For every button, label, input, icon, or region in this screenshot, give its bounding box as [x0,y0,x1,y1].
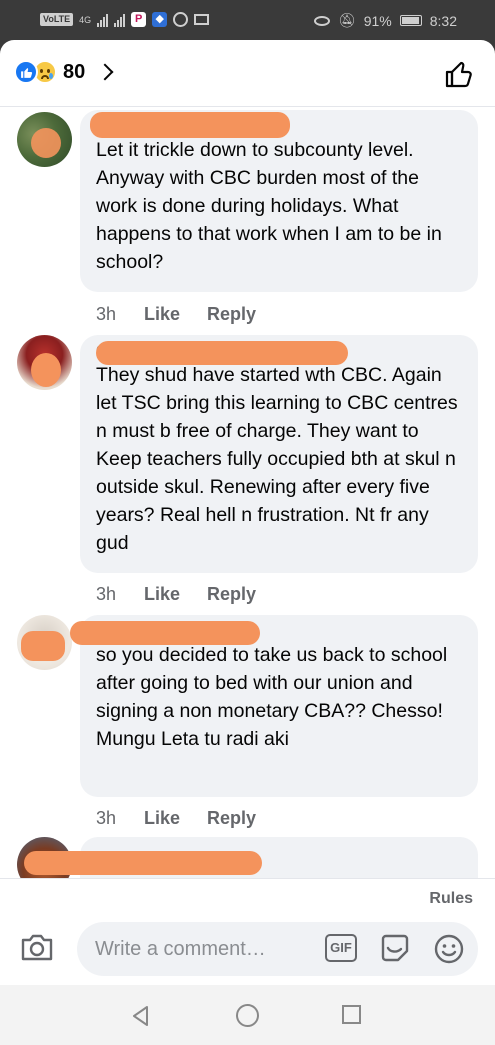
battery-icon [399,15,422,26]
avatar[interactable] [17,615,72,670]
like-reaction-icon [14,60,38,84]
status-bar: VoLTE 4G P ◆ 🔕︎ 91% 8:32 [0,0,495,40]
volte-indicator: VoLTE [40,13,74,26]
network-type: 4G [79,14,92,25]
redaction-mark [24,851,262,875]
clock: 8:32 [429,12,457,29]
comment-composer: Write a comment… GIF [0,918,495,978]
comment-time: 3h [96,304,117,324]
comment-bubble[interactable]: C... They shud have started wth CBC. Aga… [80,335,478,573]
reply-link[interactable]: Reply [207,584,256,605]
redaction-mark [96,341,348,365]
redaction-mark [31,353,61,387]
recent-apps-icon[interactable] [342,1005,361,1024]
comment-time: 3h [96,584,117,604]
reply-link[interactable]: Reply [207,304,256,325]
like-link[interactable]: Like [144,808,207,829]
sheet-header: 80 [0,40,495,107]
camera-icon[interactable] [20,932,54,962]
avatar[interactable] [17,335,72,390]
avatar[interactable] [17,112,72,167]
mute-icon: 🔕︎ [337,12,356,28]
whatsapp-icon [173,12,189,27]
mail-icon [194,14,210,25]
shield-icon: ◆ [152,12,168,27]
comment-text: They shud have started wth CBC. Again le… [96,364,458,554]
reactions-summary[interactable]: 80 [14,60,114,84]
comments-sheet: 80 A... Let it trickle down to subcounty… [0,40,495,985]
app-p-icon: P [131,12,147,27]
redaction-mark [70,621,260,645]
chevron-right-icon [96,63,114,81]
like-link[interactable]: Like [144,584,207,605]
reaction-count: 80 [63,60,86,83]
comment-time: 3h [96,808,117,828]
status-bar-right: 🔕︎ 91% 8:32 [313,12,457,29]
emoji-icon[interactable] [433,933,465,965]
system-nav-bar [0,985,495,1045]
comment-actions: 3h Like Reply [96,584,256,605]
comment-actions: 3h Like Reply [96,808,256,829]
gif-button[interactable]: GIF [325,934,357,962]
redaction-mark [90,112,290,138]
redaction-mark [21,631,65,661]
like-post-icon[interactable] [443,58,475,90]
home-icon[interactable] [236,1004,259,1027]
comment-text: so you decided to take us back to school… [96,644,448,750]
status-bar-left: VoLTE 4G P ◆ [40,12,210,27]
comment-text: Let it trickle down to subcounty level. … [96,139,442,273]
signal-icon [97,13,109,27]
signal-2-icon [114,13,126,27]
eye-icon [313,15,330,26]
like-link[interactable]: Like [144,304,207,325]
reply-link[interactable]: Reply [207,808,256,829]
battery-percent: 91% [363,12,392,29]
redaction-mark [31,128,61,158]
back-icon[interactable] [130,1005,152,1027]
comment-input[interactable]: Write a comment… GIF [77,922,478,976]
comment-actions: 3h Like Reply [96,304,256,325]
rules-link[interactable]: Rules [429,890,473,908]
sticker-icon[interactable] [379,933,411,963]
comment-placeholder: Write a comment… [95,938,266,960]
